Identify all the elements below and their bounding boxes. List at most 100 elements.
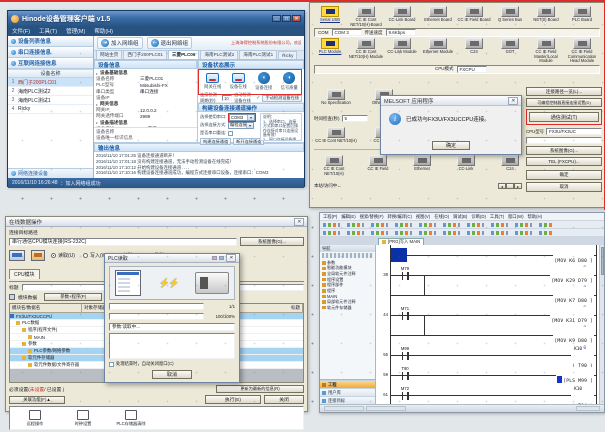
related-function-item[interactable]: PLC存储器清除 (114, 410, 148, 427)
station-scroller[interactable]: ◂▸ (498, 183, 522, 189)
interface-option[interactable]: Ethernet Board (420, 6, 456, 27)
related-function-item[interactable]: 时钟设置 (66, 410, 100, 427)
ladder-editor[interactable]: [MOV K6 D80 ] 0 38 M79 (376, 245, 604, 404)
interface-option[interactable]: Ethernet Module (420, 38, 456, 64)
mode-radio[interactable]: 读取(U) (51, 252, 75, 259)
ladder-rung[interactable]: 61 M72 K10 ( T94 ) 0 (376, 385, 596, 404)
coexistence-route-option[interactable]: CC IE Cont NET/10(H) (314, 155, 354, 176)
menu-item[interactable]: 文件(F) (12, 27, 30, 35)
device-row[interactable]: 1 西门子200PLC01 (8, 78, 93, 87)
nav-switch-button[interactable]: 连接目标 (320, 396, 375, 404)
join-network-button[interactable]: 加入网络组 (97, 37, 143, 49)
ladder-rung[interactable]: 44 M71 [MOV K31 D79 ] 8 (376, 305, 596, 325)
period-input[interactable]: 10 (222, 95, 232, 101)
device-row[interactable]: 2 海南PLC测试2 (8, 87, 93, 96)
station-option[interactable]: No Specification (314, 89, 358, 106)
coexistence-route-option[interactable]: CC-Link (446, 155, 486, 176)
device-manager-titlebar[interactable]: Hinode设备管理客户端 v1.5 (8, 11, 304, 26)
sidebar-section[interactable]: 互联网连接信息 (8, 58, 93, 69)
auto-close-checkbox[interactable] (109, 362, 114, 367)
menu-item[interactable]: 转换/编译(C) (388, 214, 412, 220)
menu-item[interactable]: 在线(O) (434, 214, 449, 220)
table-header-cell[interactable]: 模块名/数据名 (10, 304, 82, 312)
build-channel-button[interactable]: 构建连接通道 (200, 138, 231, 145)
menu-item[interactable]: 帮助(H) (94, 27, 113, 35)
interface-option[interactable]: C24 (456, 38, 492, 64)
device-tab[interactable]: 网站主页 (96, 50, 122, 59)
ladder-rung[interactable]: 55 M99 K10 ( T90 ) 0 (376, 345, 596, 365)
output-log[interactable]: 2016/11/10 17:01:25 设备连接通道断开！2016/11/10 … (94, 152, 304, 178)
direct-connection-button[interactable]: 可编程控制器直接连接设置(D) (526, 98, 602, 107)
interface-option[interactable]: CC IE Cont NET/10(H) Module (348, 38, 384, 64)
interface-option[interactable]: CC-Link Board (384, 6, 420, 27)
close-button[interactable]: 关闭 (264, 395, 304, 404)
interface-option[interactable]: CC IE Field Board (456, 6, 492, 27)
menu-item[interactable]: 视图(V) (416, 214, 430, 220)
time-check-field[interactable]: 5 (342, 115, 368, 122)
coexistence-route-option[interactable]: CC IE Field (358, 155, 398, 176)
network-route-option[interactable]: CC IE Cont NET/10(H) (314, 127, 358, 144)
interface-option[interactable]: PLC Module (312, 38, 348, 64)
tel-button[interactable]: TEL (FXCPU)... (526, 157, 602, 166)
interface-option[interactable]: CC IE Cont NET/10(H) Board (348, 6, 384, 27)
module-data-icon[interactable] (9, 294, 15, 300)
close-icon[interactable] (226, 254, 236, 262)
device-tab[interactable]: Ricky (278, 51, 297, 59)
coexistence-route-option[interactable]: C24 (490, 155, 530, 176)
interface-option[interactable]: Serial USB (312, 6, 348, 27)
tree-item[interactable]: 软元件存储器 (322, 305, 375, 311)
maximize-button[interactable] (282, 15, 291, 22)
com-value-field[interactable]: COM 3 (332, 29, 362, 36)
interface-option[interactable]: CC-Link Module (384, 38, 420, 64)
interface-option[interactable]: CC IE Field Master/Local Module (528, 38, 564, 64)
melsoft-ok-button[interactable]: 确定 (432, 141, 470, 150)
nav-switch-button[interactable]: 用户库 (320, 388, 375, 396)
ladder-rung[interactable]: [MOV K9 D80 ] 0 (376, 325, 596, 345)
cpu-module-tab[interactable]: CPU模块 (9, 269, 40, 279)
menu-item[interactable]: 窗口(W) (508, 214, 524, 220)
navigation-toolbar[interactable] (322, 253, 373, 258)
param-program-button[interactable]: 参数+程序(P) (44, 293, 102, 301)
sidebar-section[interactable]: 设备列表信息 (8, 36, 93, 47)
interface-option[interactable]: CC IE Field Communication Head Module (564, 38, 600, 64)
vertical-scrollbar[interactable] (599, 245, 604, 404)
close-button[interactable] (292, 15, 301, 22)
device-row[interactable]: 3 海南PLC测试1 (8, 96, 93, 105)
device-row[interactable]: 4 Ricky (8, 105, 93, 114)
communication-test-button[interactable]: 通信测试(T) (529, 112, 599, 122)
related-functions-button[interactable]: 关联功能(F)▲ (9, 396, 65, 404)
device-tab[interactable]: 西门子200PLC01 (123, 50, 167, 59)
interface-option[interactable]: GOT (492, 38, 528, 64)
system-image-button[interactable]: 系统图像(G)... (240, 237, 304, 246)
system-image-button[interactable]: 系统图像(G)... (526, 146, 602, 155)
device-tab[interactable]: 海南PLC测试2 (200, 50, 238, 59)
com-port-select[interactable]: COM3 (229, 114, 255, 121)
cpu-mode-field[interactable]: FXCPU (457, 66, 487, 73)
sidebar-section[interactable]: 串口连接信息 (8, 47, 93, 58)
ladder-rung[interactable]: [MOV K6 D80 ] 0 (376, 245, 596, 265)
interface-option[interactable]: Q Series Bus (492, 6, 528, 27)
online-data-titlebar[interactable]: 在线数据操作 (6, 217, 307, 227)
exit-network-button[interactable]: 退出网络组 (147, 37, 193, 49)
menu-item[interactable]: 工程(P) (323, 214, 337, 220)
menu-item[interactable]: 工具(T) (490, 214, 504, 220)
menu-item[interactable]: 搜索/替换(F) (360, 214, 384, 220)
auto-detect-checkbox[interactable] (256, 95, 260, 101)
ladder-rung[interactable]: [MOV K7 D80 ] 0 (376, 285, 596, 305)
baud-value-field[interactable]: 9.6Kbps (386, 29, 416, 36)
connection-path-list-button[interactable]: 连接路径一览(L)... (526, 87, 602, 96)
menu-item[interactable]: 管理(M) (66, 27, 85, 35)
ok-button[interactable]: 确定 (526, 170, 602, 180)
close-icon[interactable] (294, 218, 304, 226)
device-tab[interactable]: 三菱PLC06 (168, 50, 200, 59)
table-header-cell[interactable]: 标题 (289, 304, 303, 312)
refresh-button[interactable]: 更新为最新的信息(R) (216, 385, 304, 393)
interface-option[interactable]: PLC Board (564, 6, 600, 27)
plc-read-titlebar[interactable]: PLC读取 (105, 254, 239, 263)
execute-button[interactable]: 执行(E) (205, 395, 261, 404)
progress-list[interactable] (109, 333, 235, 359)
ladder-rung[interactable]: 59 T90 [PLS M99 ] (376, 365, 596, 385)
ladder-document-tab[interactable]: [PRG]写入 MAIN (378, 238, 424, 245)
reconnect-checkbox[interactable] (228, 131, 233, 136)
ladder-rung[interactable]: 38 M79 [MOV K29 D79 ] 8 (376, 265, 596, 285)
